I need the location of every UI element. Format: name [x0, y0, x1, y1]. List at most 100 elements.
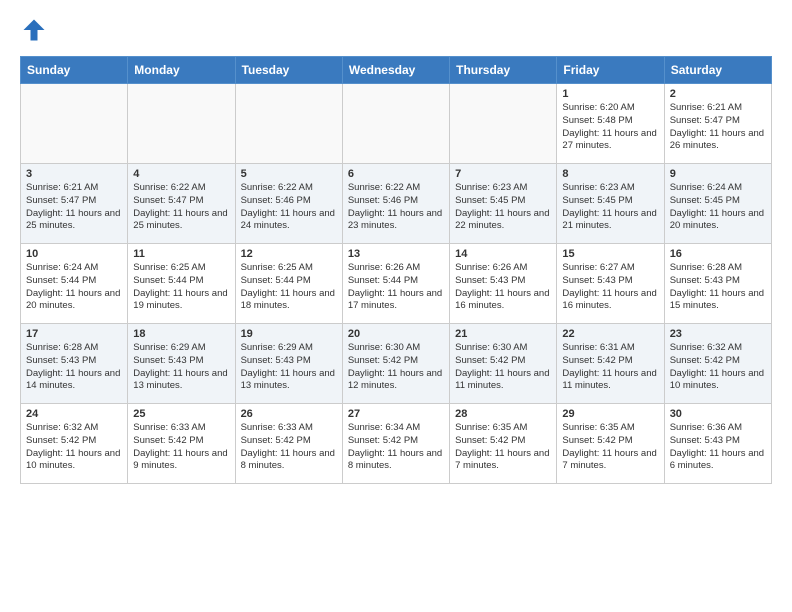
weekday-header-thursday: Thursday — [450, 57, 557, 84]
day-number: 15 — [562, 248, 658, 260]
day-cell: 3Sunrise: 6:21 AMSunset: 5:47 PMDaylight… — [21, 164, 128, 244]
week-row-3: 10 Sunrise: 6:24 AMSunset: 5:44 PMDayligh… — [21, 244, 772, 324]
day-info: Sunrise: 6:28 AMSunset: 5:43 PMDaylight:… — [670, 262, 766, 313]
day-cell: 7Sunrise: 6:23 AMSunset: 5:45 PMDaylight… — [450, 164, 557, 244]
day-cell — [450, 84, 557, 164]
day-info: Sunrise: 6:21 AMSunset: 5:47 PMDaylight:… — [670, 102, 766, 153]
day-number: 23 — [670, 328, 766, 340]
day-cell: 19Sunrise: 6:29 AMSunset: 5:43 PMDayligh… — [235, 324, 342, 404]
weekday-header-row: SundayMondayTuesdayWednesdayThursdayFrid… — [21, 57, 772, 84]
day-number: 1 — [562, 88, 658, 100]
day-number: 24 — [26, 408, 122, 420]
day-info: Sunrise: 6:30 AMSunset: 5:42 PMDaylight:… — [455, 342, 551, 393]
day-number: 6 — [348, 168, 444, 180]
day-number: 27 — [348, 408, 444, 420]
day-number: 19 — [241, 328, 337, 340]
day-cell: 11Sunrise: 6:25 AMSunset: 5:44 PMDayligh… — [128, 244, 235, 324]
day-cell: 21 Sunrise: 6:30 AMSunset: 5:42 PMDayligh… — [450, 324, 557, 404]
weekday-header-saturday: Saturday — [664, 57, 771, 84]
day-info: Sunrise: 6:22 AMSunset: 5:46 PMDaylight:… — [241, 182, 337, 233]
day-number: 21 — [455, 328, 551, 340]
day-cell: 18 Sunrise: 6:29 AMSunset: 5:43 PMDayligh… — [128, 324, 235, 404]
weekday-header-friday: Friday — [557, 57, 664, 84]
day-number: 2 — [670, 88, 766, 100]
day-number: 14 — [455, 248, 551, 260]
day-cell — [235, 84, 342, 164]
day-cell: 22 Sunrise: 6:31 AMSunset: 5:42 PMDayligh… — [557, 324, 664, 404]
weekday-header-monday: Monday — [128, 57, 235, 84]
day-cell: 17 Sunrise: 6:28 AMSunset: 5:43 PMDayligh… — [21, 324, 128, 404]
day-number: 10 — [26, 248, 122, 260]
day-number: 26 — [241, 408, 337, 420]
day-cell: 30 Sunrise: 6:36 AMSunset: 5:43 PMDayligh… — [664, 404, 771, 484]
logo-icon — [20, 16, 48, 44]
day-info: Sunrise: 6:22 AMSunset: 5:47 PMDaylight:… — [133, 182, 229, 233]
day-info: Sunrise: 6:25 AMSunset: 5:44 PMDaylight:… — [241, 262, 337, 313]
day-info: Sunrise: 6:27 AMSunset: 5:43 PMDaylight:… — [562, 262, 658, 313]
day-cell — [342, 84, 449, 164]
week-row-4: 17 Sunrise: 6:28 AMSunset: 5:43 PMDayligh… — [21, 324, 772, 404]
day-cell: 26 Sunrise: 6:33 AMSunset: 5:42 PMDayligh… — [235, 404, 342, 484]
day-cell: 25Sunrise: 6:33 AMSunset: 5:42 PMDayligh… — [128, 404, 235, 484]
day-cell — [21, 84, 128, 164]
day-info: Sunrise: 6:23 AMSunset: 5:45 PMDaylight:… — [455, 182, 551, 233]
page: SundayMondayTuesdayWednesdayThursdayFrid… — [0, 0, 792, 494]
day-info: Sunrise: 6:30 AMSunset: 5:42 PMDaylight:… — [348, 342, 444, 393]
day-number: 8 — [562, 168, 658, 180]
day-info: Sunrise: 6:21 AMSunset: 5:47 PMDaylight:… — [26, 182, 122, 233]
day-info: Sunrise: 6:35 AMSunset: 5:42 PMDaylight:… — [455, 422, 551, 473]
day-info: Sunrise: 6:33 AMSunset: 5:42 PMDaylight:… — [241, 422, 337, 473]
day-info: Sunrise: 6:22 AMSunset: 5:46 PMDaylight:… — [348, 182, 444, 233]
day-number: 30 — [670, 408, 766, 420]
day-cell: 29 Sunrise: 6:35 AMSunset: 5:42 PMDayligh… — [557, 404, 664, 484]
day-info: Sunrise: 6:31 AMSunset: 5:42 PMDaylight:… — [562, 342, 658, 393]
day-cell: 9Sunrise: 6:24 AMSunset: 5:45 PMDaylight… — [664, 164, 771, 244]
day-cell: 14 Sunrise: 6:26 AMSunset: 5:43 PMDayligh… — [450, 244, 557, 324]
day-number: 29 — [562, 408, 658, 420]
day-cell: 2 Sunrise: 6:21 AMSunset: 5:47 PMDaylight… — [664, 84, 771, 164]
day-info: Sunrise: 6:25 AMSunset: 5:44 PMDaylight:… — [133, 262, 229, 313]
day-info: Sunrise: 6:32 AMSunset: 5:42 PMDaylight:… — [26, 422, 122, 473]
weekday-header-sunday: Sunday — [21, 57, 128, 84]
day-cell — [128, 84, 235, 164]
day-info: Sunrise: 6:36 AMSunset: 5:43 PMDaylight:… — [670, 422, 766, 473]
day-info: Sunrise: 6:24 AMSunset: 5:44 PMDaylight:… — [26, 262, 122, 313]
day-number: 28 — [455, 408, 551, 420]
logo — [20, 16, 52, 44]
day-info: Sunrise: 6:35 AMSunset: 5:42 PMDaylight:… — [562, 422, 658, 473]
day-cell: 10 Sunrise: 6:24 AMSunset: 5:44 PMDayligh… — [21, 244, 128, 324]
day-info: Sunrise: 6:26 AMSunset: 5:44 PMDaylight:… — [348, 262, 444, 313]
calendar-table: SundayMondayTuesdayWednesdayThursdayFrid… — [20, 56, 772, 484]
day-info: Sunrise: 6:34 AMSunset: 5:42 PMDaylight:… — [348, 422, 444, 473]
day-info: Sunrise: 6:28 AMSunset: 5:43 PMDaylight:… — [26, 342, 122, 393]
day-number: 22 — [562, 328, 658, 340]
weekday-header-wednesday: Wednesday — [342, 57, 449, 84]
day-number: 18 — [133, 328, 229, 340]
week-row-2: 3Sunrise: 6:21 AMSunset: 5:47 PMDaylight… — [21, 164, 772, 244]
day-info: Sunrise: 6:32 AMSunset: 5:42 PMDaylight:… — [670, 342, 766, 393]
day-cell: 15 Sunrise: 6:27 AMSunset: 5:43 PMDayligh… — [557, 244, 664, 324]
day-cell: 5 Sunrise: 6:22 AMSunset: 5:46 PMDaylight… — [235, 164, 342, 244]
day-cell: 16 Sunrise: 6:28 AMSunset: 5:43 PMDayligh… — [664, 244, 771, 324]
header — [20, 16, 772, 44]
day-number: 4 — [133, 168, 229, 180]
day-number: 20 — [348, 328, 444, 340]
day-number: 12 — [241, 248, 337, 260]
week-row-1: 1Sunrise: 6:20 AMSunset: 5:48 PMDaylight… — [21, 84, 772, 164]
day-number: 5 — [241, 168, 337, 180]
day-number: 16 — [670, 248, 766, 260]
day-cell: 20 Sunrise: 6:30 AMSunset: 5:42 PMDayligh… — [342, 324, 449, 404]
day-cell: 12 Sunrise: 6:25 AMSunset: 5:44 PMDayligh… — [235, 244, 342, 324]
day-number: 25 — [133, 408, 229, 420]
day-cell: 24 Sunrise: 6:32 AMSunset: 5:42 PMDayligh… — [21, 404, 128, 484]
day-info: Sunrise: 6:29 AMSunset: 5:43 PMDaylight:… — [133, 342, 229, 393]
day-info: Sunrise: 6:26 AMSunset: 5:43 PMDaylight:… — [455, 262, 551, 313]
day-number: 13 — [348, 248, 444, 260]
day-cell: 8 Sunrise: 6:23 AMSunset: 5:45 PMDaylight… — [557, 164, 664, 244]
week-row-5: 24 Sunrise: 6:32 AMSunset: 5:42 PMDayligh… — [21, 404, 772, 484]
day-cell: 28 Sunrise: 6:35 AMSunset: 5:42 PMDayligh… — [450, 404, 557, 484]
day-info: Sunrise: 6:23 AMSunset: 5:45 PMDaylight:… — [562, 182, 658, 233]
day-number: 17 — [26, 328, 122, 340]
day-cell: 27 Sunrise: 6:34 AMSunset: 5:42 PMDayligh… — [342, 404, 449, 484]
day-cell: 23 Sunrise: 6:32 AMSunset: 5:42 PMDayligh… — [664, 324, 771, 404]
